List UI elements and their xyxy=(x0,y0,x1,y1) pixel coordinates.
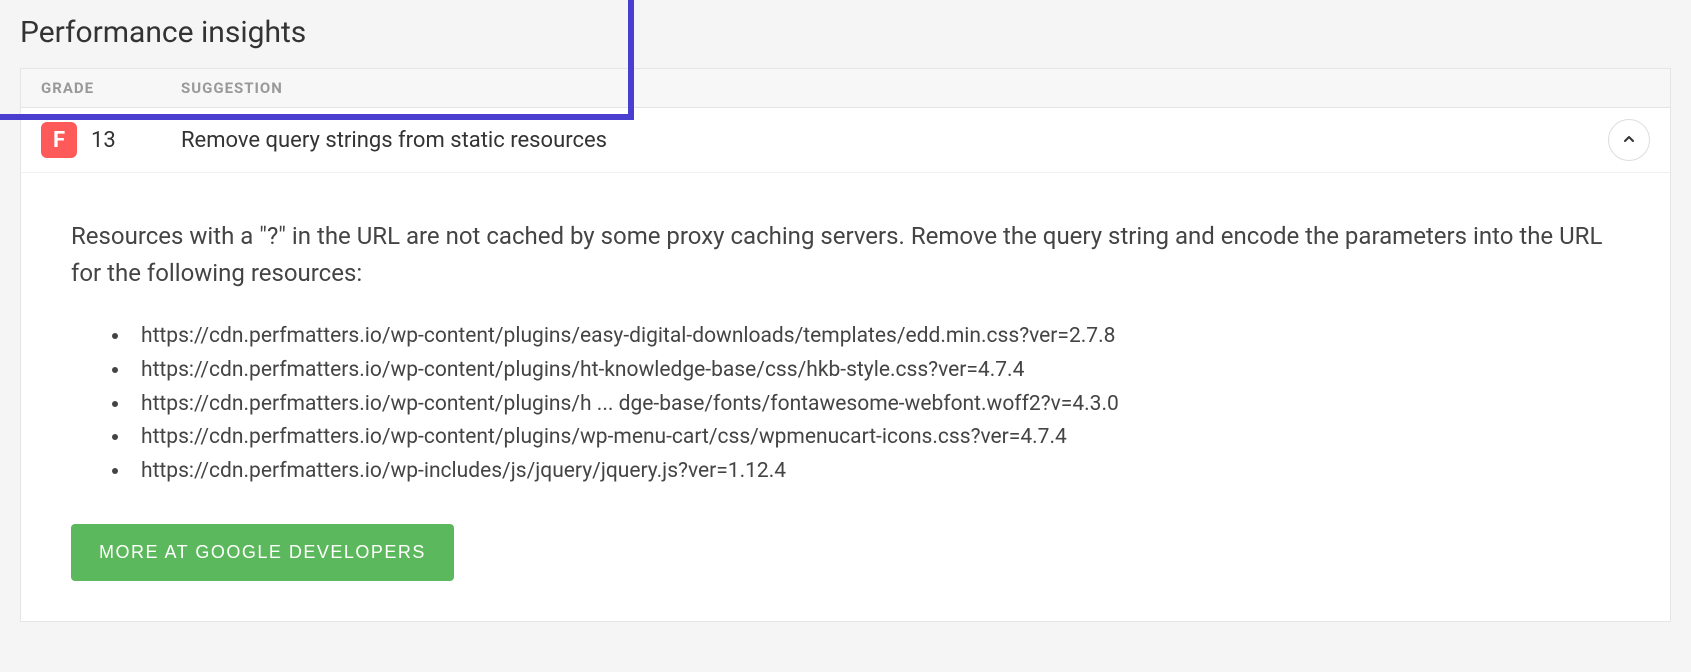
grade-cell: F 13 xyxy=(41,122,181,158)
more-developers-button[interactable]: MORE AT GOOGLE DEVELOPERS xyxy=(71,524,454,581)
list-item: https://cdn.perfmatters.io/wp-content/pl… xyxy=(131,388,1620,422)
chevron-up-icon xyxy=(1621,131,1637,150)
list-item: https://cdn.perfmatters.io/wp-content/pl… xyxy=(131,320,1620,354)
table-row[interactable]: F 13 Remove query strings from static re… xyxy=(21,108,1670,173)
grade-badge: F xyxy=(41,122,77,158)
grade-score: 13 xyxy=(91,128,116,153)
table-header-row: GRADE SUGGESTION xyxy=(21,69,1670,108)
page-title: Performance insights xyxy=(20,15,1671,50)
collapse-button[interactable] xyxy=(1608,119,1650,161)
list-item: https://cdn.perfmatters.io/wp-includes/j… xyxy=(131,455,1620,489)
resource-list: https://cdn.perfmatters.io/wp-content/pl… xyxy=(71,320,1620,488)
insight-body: Resources with a "?" in the URL are not … xyxy=(21,173,1670,621)
grade-header: GRADE xyxy=(41,79,181,97)
insight-panel: GRADE SUGGESTION F 13 Remove query strin… xyxy=(20,68,1671,622)
insight-description: Resources with a "?" in the URL are not … xyxy=(71,218,1620,292)
insight-table: GRADE SUGGESTION F 13 Remove query strin… xyxy=(21,69,1670,173)
list-item: https://cdn.perfmatters.io/wp-content/pl… xyxy=(131,421,1620,455)
suggestion-header: SUGGESTION xyxy=(181,79,283,97)
suggestion-text: Remove query strings from static resourc… xyxy=(181,128,1650,153)
list-item: https://cdn.perfmatters.io/wp-content/pl… xyxy=(131,354,1620,388)
